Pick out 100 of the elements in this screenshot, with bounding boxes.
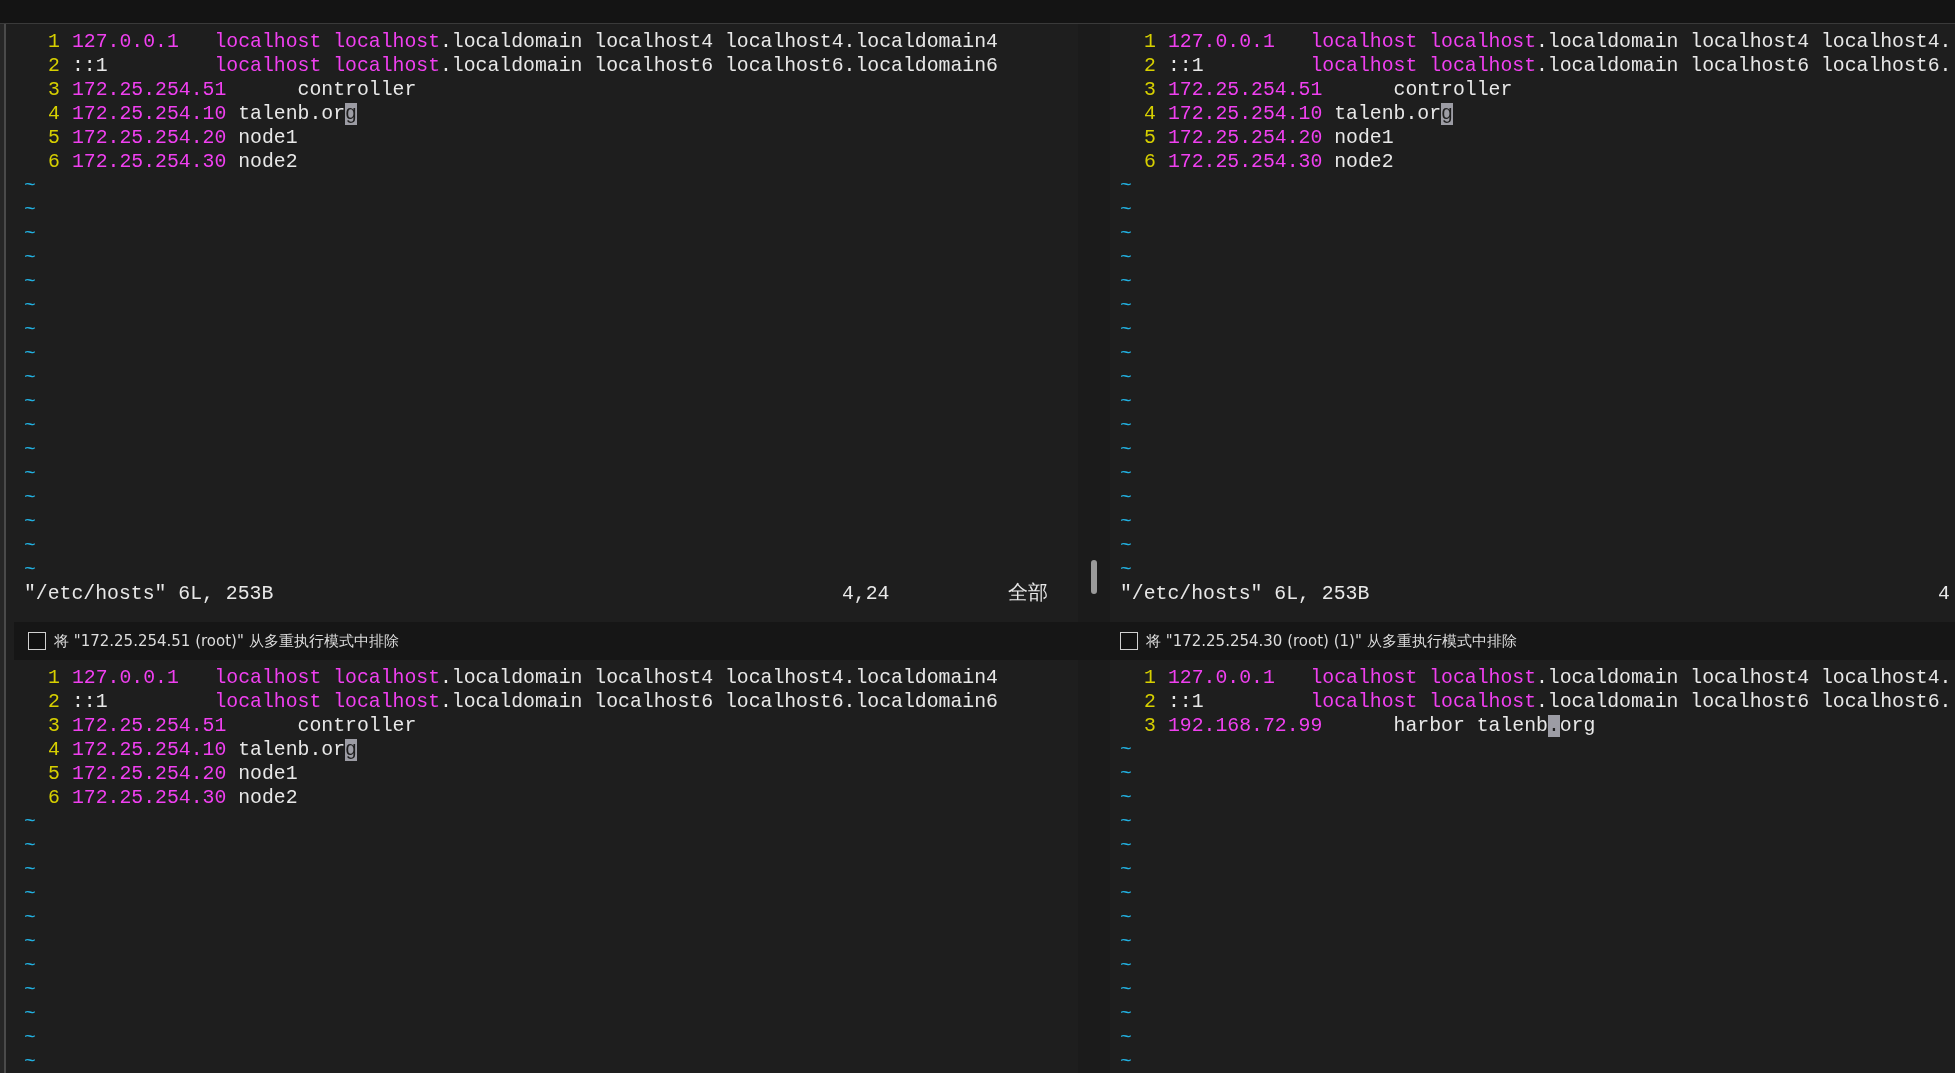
empty-line-marker: ~	[1120, 763, 1132, 785]
empty-line-marker: ~	[1120, 439, 1132, 461]
empty-line-marker: ~	[24, 223, 36, 245]
empty-line-marker: ~	[1120, 319, 1132, 341]
empty-line-marker: ~	[1120, 811, 1132, 833]
empty-line-marker: ~	[1120, 883, 1132, 905]
line-number: 6	[1144, 150, 1156, 174]
empty-line-marker: ~	[24, 439, 36, 461]
empty-line-marker: ~	[24, 559, 36, 581]
line-number: 1	[48, 666, 60, 690]
line-number: 2	[1144, 54, 1156, 78]
code-line: 172.25.254.10 talenb.org	[72, 738, 357, 762]
empty-line-marker: ~	[1120, 223, 1132, 245]
empty-line-marker: ~	[1120, 415, 1132, 437]
line-number: 4	[1144, 102, 1156, 126]
code-line: ::1 localhost localhost.localdomain localhost6 localhost6.	[1168, 690, 1952, 714]
empty-line-marker: ~	[1120, 931, 1132, 953]
cursor-position: 4	[1938, 582, 1950, 606]
code-line: ::1 localhost localhost.localdomain localhost6 localhost6.localdomain6	[72, 54, 998, 78]
empty-line-marker: ~	[1120, 859, 1132, 881]
code-line: 172.25.254.30 node2	[1168, 150, 1394, 174]
empty-line-marker: ~	[24, 931, 36, 953]
line-number: 4	[48, 102, 60, 126]
empty-line-marker: ~	[1120, 535, 1132, 557]
line-number: 2	[48, 54, 60, 78]
empty-line-marker: ~	[1120, 979, 1132, 1001]
empty-line-marker: ~	[24, 175, 36, 197]
empty-line-marker: ~	[1120, 295, 1132, 317]
empty-line-marker: ~	[1120, 559, 1132, 581]
cursor-position: 4,24	[842, 582, 890, 606]
empty-line-marker: ~	[1120, 787, 1132, 809]
empty-line-marker: ~	[24, 247, 36, 269]
checkbox[interactable]	[1120, 632, 1138, 650]
line-number: 6	[48, 786, 60, 810]
empty-line-marker: ~	[1120, 907, 1132, 929]
empty-line-marker: ~	[24, 1051, 36, 1073]
empty-line-marker: ~	[24, 1003, 36, 1025]
code-line: ::1 localhost localhost.localdomain localhost6 localhost6.	[1168, 54, 1952, 78]
empty-line-marker: ~	[24, 835, 36, 857]
empty-line-marker: ~	[1120, 487, 1132, 509]
line-number: 3	[48, 78, 60, 102]
empty-line-marker: ~	[24, 343, 36, 365]
empty-line-marker: ~	[1120, 1003, 1132, 1025]
line-number: 1	[48, 30, 60, 54]
code-line: 127.0.0.1 localhost localhost.localdomain localhost4 localhost4.	[1168, 666, 1952, 690]
code-line: 172.25.254.30 node2	[72, 786, 298, 810]
line-number: 6	[48, 150, 60, 174]
empty-line-marker: ~	[24, 271, 36, 293]
status-message: "/etc/hosts" 6L, 253B	[1120, 582, 1370, 606]
line-number: 1	[1144, 666, 1156, 690]
empty-line-marker: ~	[24, 859, 36, 881]
empty-line-marker: ~	[1120, 463, 1132, 485]
line-number: 5	[48, 762, 60, 786]
code-line: 127.0.0.1 localhost localhost.localdomain localhost4 localhost4.	[1168, 30, 1952, 54]
code-line: 172.25.254.10 talenb.org	[1168, 102, 1453, 126]
empty-line-marker: ~	[1120, 175, 1132, 197]
empty-line-marker: ~	[1120, 1051, 1132, 1073]
empty-line-marker: ~	[1120, 247, 1132, 269]
code-line: 172.25.254.20 node1	[1168, 126, 1394, 150]
line-number: 2	[48, 690, 60, 714]
line-number: 4	[48, 738, 60, 762]
empty-line-marker: ~	[24, 907, 36, 929]
line-number: 5	[1144, 126, 1156, 150]
code-line: 172.25.254.20 node1	[72, 126, 298, 150]
code-line: 172.25.254.51 controller	[72, 714, 417, 738]
checkbox-label: 将 "172.25.254.30 (root) (1)" 从多重执行模式中排除	[1146, 631, 1517, 651]
code-line: 192.168.72.99 harbor talenb.org	[1168, 714, 1596, 738]
scrollbar-thumb[interactable]	[1091, 560, 1097, 594]
code-line: 172.25.254.20 node1	[72, 762, 298, 786]
empty-line-marker: ~	[24, 463, 36, 485]
empty-line-marker: ~	[24, 811, 36, 833]
empty-line-marker: ~	[24, 487, 36, 509]
empty-line-marker: ~	[24, 199, 36, 221]
scroll-position: 全部	[1008, 582, 1048, 606]
checkbox[interactable]	[28, 632, 46, 650]
code-line: 127.0.0.1 localhost localhost.localdomain localhost4 localhost4.localdomain4	[72, 666, 998, 690]
code-line: 127.0.0.1 localhost localhost.localdomain localhost4 localhost4.localdomain4	[72, 30, 998, 54]
empty-line-marker: ~	[1120, 199, 1132, 221]
empty-line-marker: ~	[24, 415, 36, 437]
line-number: 5	[48, 126, 60, 150]
empty-line-marker: ~	[1120, 271, 1132, 293]
code-line: 172.25.254.10 talenb.org	[72, 102, 357, 126]
status-message: "/etc/hosts" 6L, 253B	[24, 582, 274, 606]
code-line: 172.25.254.30 node2	[72, 150, 298, 174]
line-number: 1	[1144, 30, 1156, 54]
code-line: 172.25.254.51 controller	[1168, 78, 1513, 102]
empty-line-marker: ~	[24, 391, 36, 413]
line-number: 3	[48, 714, 60, 738]
empty-line-marker: ~	[1120, 955, 1132, 977]
empty-line-marker: ~	[24, 535, 36, 557]
empty-line-marker: ~	[1120, 367, 1132, 389]
empty-line-marker: ~	[1120, 391, 1132, 413]
empty-line-marker: ~	[1120, 835, 1132, 857]
empty-line-marker: ~	[24, 1027, 36, 1049]
empty-line-marker: ~	[1120, 1027, 1132, 1049]
empty-line-marker: ~	[24, 319, 36, 341]
line-number: 3	[1144, 78, 1156, 102]
empty-line-marker: ~	[1120, 343, 1132, 365]
empty-line-marker: ~	[24, 511, 36, 533]
code-line: ::1 localhost localhost.localdomain localhost6 localhost6.localdomain6	[72, 690, 998, 714]
